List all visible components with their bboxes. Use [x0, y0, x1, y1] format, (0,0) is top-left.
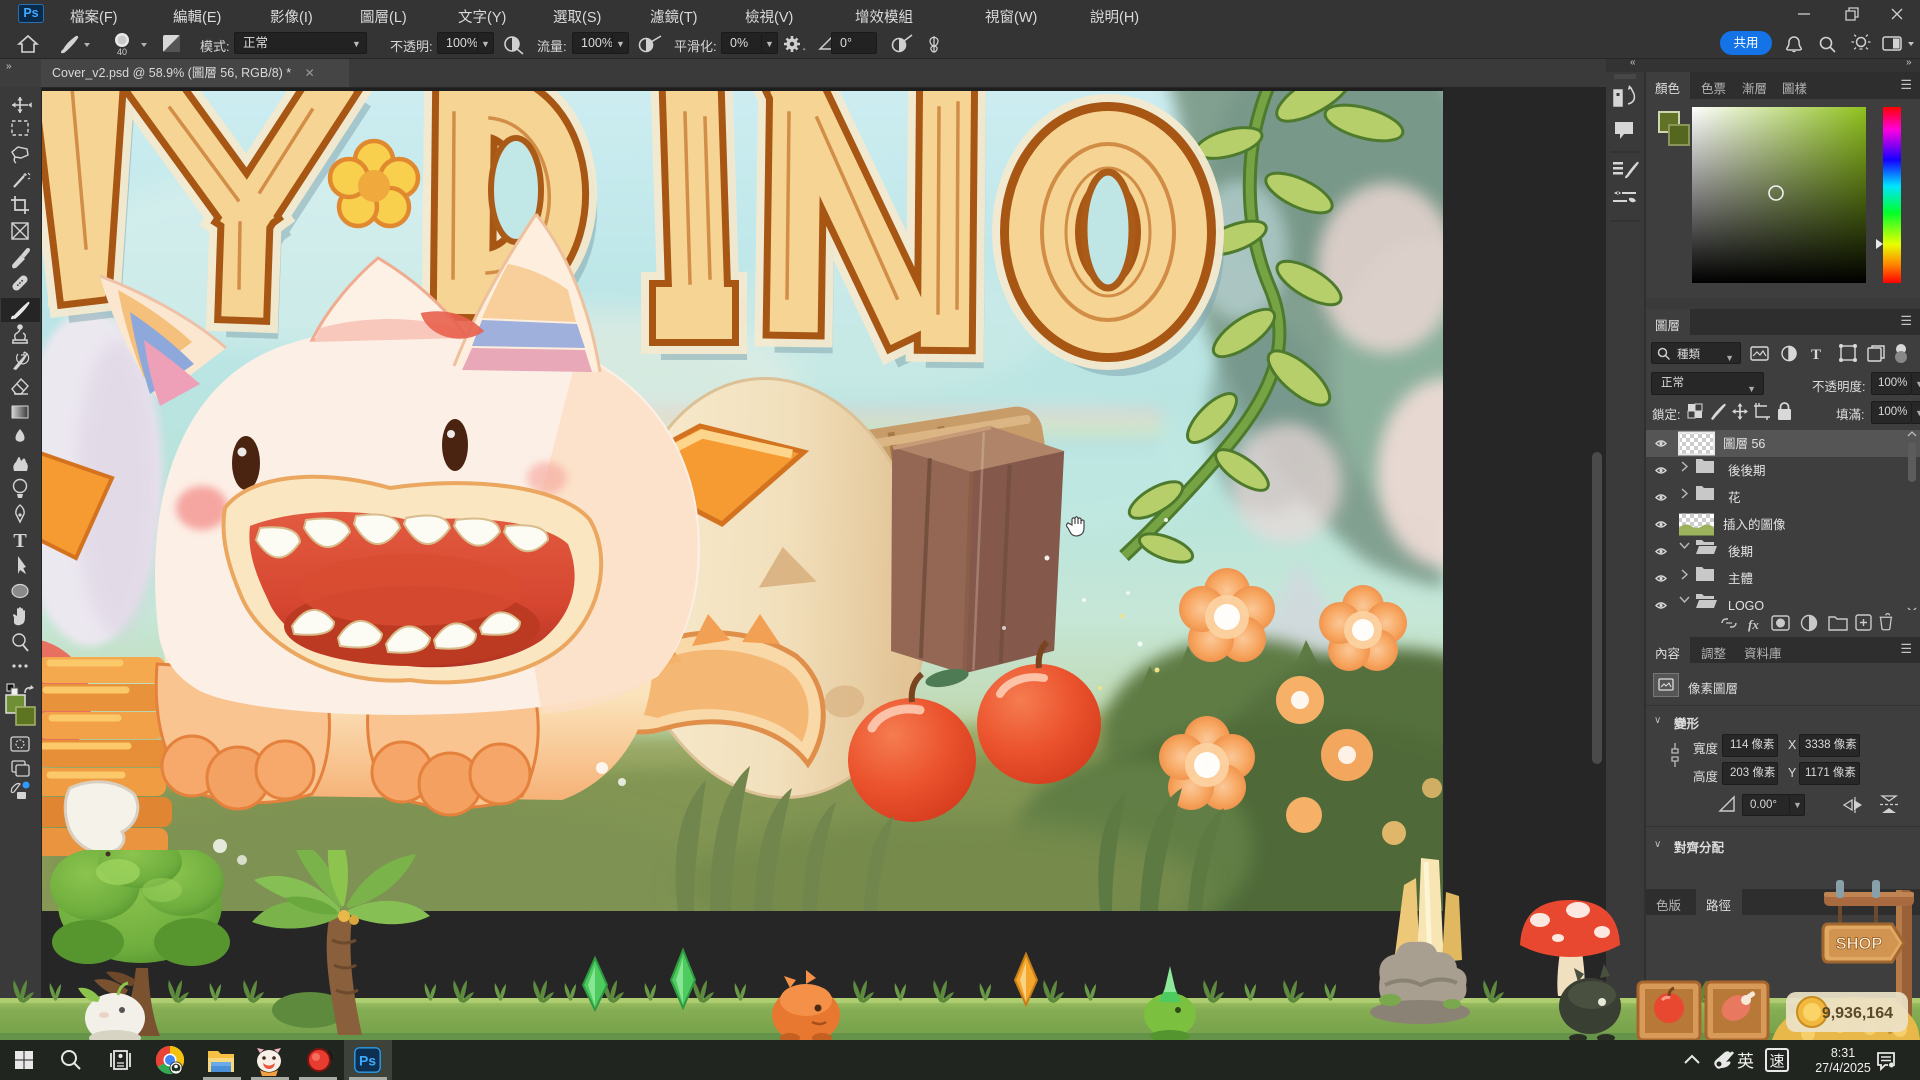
svg-text:後後期: 後後期 [1728, 464, 1766, 478]
svg-text:fx: fx [1748, 617, 1759, 632]
svg-text:9,936,164: 9,936,164 [1822, 1005, 1893, 1022]
svg-text:40: 40 [117, 47, 127, 57]
svg-text:主體: 主體 [1728, 572, 1753, 586]
svg-text:後期: 後期 [1728, 545, 1753, 559]
svg-text:27/4/2025: 27/4/2025 [1815, 1061, 1871, 1075]
svg-text:英: 英 [1737, 1052, 1754, 1071]
svg-text:速: 速 [1769, 1053, 1784, 1070]
svg-text:圖層 56: 圖層 56 [1723, 437, 1765, 451]
svg-text:T: T [13, 530, 27, 552]
svg-text:插入的圖像: 插入的圖像 [1723, 517, 1786, 532]
svg-text:8:31: 8:31 [1831, 1046, 1855, 1060]
svg-text:T: T [1811, 347, 1821, 363]
svg-text:SHOP: SHOP [1836, 935, 1883, 953]
svg-text:Ps: Ps [359, 1053, 376, 1069]
svg-text:˛: ˛ [803, 39, 807, 51]
svg-text:花: 花 [1728, 490, 1741, 505]
